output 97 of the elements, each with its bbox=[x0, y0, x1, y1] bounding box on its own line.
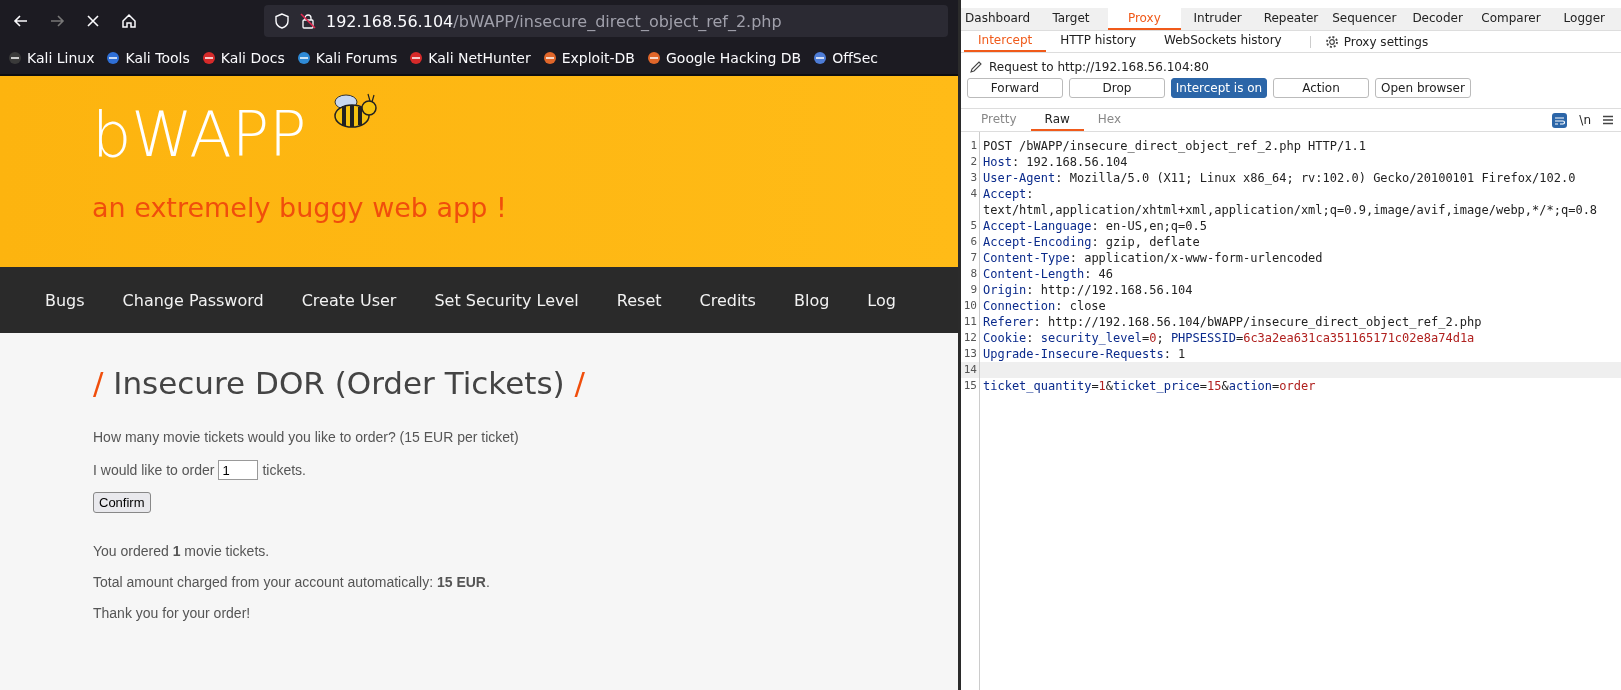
code-line: Upgrade-Insecure-Requests: 1 bbox=[982, 346, 1187, 362]
intercept-action-button[interactable]: Drop bbox=[1069, 78, 1165, 98]
bookmark-item[interactable]: Kali Forums bbox=[296, 50, 398, 66]
intercept-action-button[interactable]: Action bbox=[1273, 78, 1369, 98]
bookmark-item[interactable]: Kali Linux bbox=[8, 50, 95, 66]
sub-tab[interactable]: Intercept bbox=[964, 31, 1047, 52]
tool-tab[interactable]: Dashboard bbox=[961, 8, 1035, 30]
intercept-action-button[interactable]: Open browser bbox=[1375, 78, 1471, 98]
sub-tab[interactable]: HTTP history bbox=[1046, 31, 1150, 52]
order-label: I would like to order bbox=[93, 462, 215, 478]
tool-tab[interactable]: Logger bbox=[1547, 8, 1621, 30]
tagline: an extremely buggy web app ! bbox=[92, 192, 508, 223]
bookmark-item[interactable]: OffSec bbox=[813, 50, 879, 66]
page-heading: / Insecure DOR (Order Tickets) / bbox=[93, 365, 586, 401]
bookmark-icon bbox=[813, 51, 828, 65]
quantity-field[interactable]: 1 bbox=[218, 460, 259, 480]
tool-tab[interactable]: Proxy bbox=[1107, 8, 1181, 30]
tool-tab[interactable]: Target bbox=[1034, 8, 1108, 30]
bookmark-icon bbox=[296, 51, 311, 65]
code-line: Connection: close bbox=[982, 298, 1107, 314]
result-text: Total amount charged from your account automatically: 15 EUR. bbox=[93, 574, 491, 590]
line-number: 7 bbox=[969, 250, 978, 266]
pencil-icon bbox=[969, 60, 983, 74]
view-tab[interactable]: Raw bbox=[1030, 109, 1084, 131]
code-line: Referer: http://192.168.56.104/bWAPP/insecure_direct_object_ref_2.php bbox=[982, 314, 1483, 330]
url-text: 192.168.56.104/bWAPP/insecure_direct_object_ref_2.php bbox=[326, 11, 782, 31]
order-unit: tickets. bbox=[262, 462, 306, 478]
bookmark-item[interactable]: Exploit-DB bbox=[542, 50, 635, 66]
nav-link[interactable]: Bugs bbox=[45, 290, 85, 310]
nav-link[interactable]: Log bbox=[867, 290, 896, 310]
line-number: 5 bbox=[969, 218, 978, 234]
line-number: 4 bbox=[969, 186, 978, 202]
line-number: 3 bbox=[969, 170, 978, 186]
code-line: text/html,application/xhtml+xml,application/xml;q=0.9,image/avif,image/webp,*/*;q=0.8 bbox=[982, 202, 1599, 218]
code-line: Content-Type: application/x-www-form-urlencoded bbox=[982, 250, 1324, 266]
bookmark-icon bbox=[409, 51, 424, 65]
line-number: 11 bbox=[962, 314, 978, 330]
tool-tab[interactable]: Repeater bbox=[1254, 8, 1328, 30]
result-text: Thank you for your order! bbox=[93, 605, 252, 621]
tool-tab[interactable]: Sequencer bbox=[1327, 8, 1401, 30]
code-line: Content-Length: 46 bbox=[982, 266, 1115, 282]
question-text: How many movie tickets would you like to order? (15 EUR per ticket) bbox=[93, 429, 520, 445]
intercept-action-button[interactable]: Forward bbox=[967, 78, 1063, 98]
confirm-button[interactable]: Confirm bbox=[93, 492, 151, 513]
code-line: POST /bWAPP/insecure_direct_object_ref_2.php HTTP/1.1 bbox=[982, 138, 1367, 154]
tool-tab[interactable]: Decoder bbox=[1400, 8, 1475, 30]
line-number: 15 bbox=[962, 378, 978, 394]
insecure-lock-icon bbox=[300, 13, 316, 29]
bookmark-icon bbox=[8, 51, 22, 65]
address-bar[interactable]: 192.168.56.104/bWAPP/insecure_direct_object_ref_2.php bbox=[264, 5, 948, 37]
home-icon[interactable] bbox=[120, 12, 138, 30]
bookmark-item[interactable]: Kali Tools bbox=[106, 50, 190, 66]
sub-tab[interactable]: WebSockets history bbox=[1150, 31, 1296, 52]
intercept-action-button[interactable]: Intercept is on bbox=[1171, 78, 1267, 98]
view-tab[interactable]: Pretty bbox=[967, 109, 1031, 131]
code-line: Accept: bbox=[982, 186, 1035, 202]
bookmark-icon bbox=[106, 51, 121, 65]
line-number: 1 bbox=[969, 138, 978, 154]
nav-link[interactable]: Change Password bbox=[122, 290, 264, 310]
code-line: Accept-Encoding: gzip, deflate bbox=[982, 234, 1201, 250]
bookmark-item[interactable]: Google Hacking DB bbox=[647, 50, 802, 66]
code-line: Cookie: security_level=0; PHPSESSID=6c3a2ea631ca351165171c02e8a74d1a bbox=[982, 330, 1476, 346]
site-logo: bWAPP bbox=[92, 104, 307, 166]
line-number: 14 bbox=[961, 362, 979, 378]
code-line: Host: 192.168.56.104 bbox=[982, 154, 1129, 170]
nav-link[interactable]: Blog bbox=[793, 290, 830, 310]
view-tab[interactable]: Hex bbox=[1083, 109, 1136, 131]
code-line: Origin: http://192.168.56.104 bbox=[982, 282, 1194, 298]
nav-link[interactable]: Set Security Level bbox=[434, 290, 579, 310]
nav-link[interactable]: Create User bbox=[301, 290, 397, 310]
bookmark-item[interactable]: Kali NetHunter bbox=[409, 50, 531, 66]
line-number: 8 bbox=[969, 266, 978, 282]
result-text: You ordered 1 movie tickets. bbox=[93, 543, 271, 559]
settings-icon[interactable] bbox=[1324, 34, 1339, 49]
line-number: 2 bbox=[969, 154, 978, 170]
tool-tab[interactable]: Comparer bbox=[1474, 8, 1548, 30]
shield-icon bbox=[274, 13, 290, 29]
proxy-settings-link[interactable]: Proxy settings bbox=[1343, 34, 1429, 49]
bookmark-icon bbox=[647, 51, 661, 65]
wrap-toggle-icon[interactable] bbox=[1552, 112, 1568, 128]
line-number: 9 bbox=[969, 282, 978, 298]
menu-icon[interactable] bbox=[1603, 115, 1613, 125]
nav-link[interactable]: Credits bbox=[699, 290, 756, 310]
code-line: User-Agent: Mozilla/5.0 (X11; Linux x86_64; rv:102.0) Gecko/20100101 Firefox/102.0 bbox=[982, 170, 1577, 186]
line-number: 13 bbox=[962, 346, 978, 362]
line-number: 12 bbox=[962, 330, 978, 346]
bookmark-icon bbox=[201, 51, 216, 65]
code-line: Accept-Language: en-US,en;q=0.5 bbox=[982, 218, 1208, 234]
line-number: 6 bbox=[969, 234, 978, 250]
tool-tab[interactable]: Intruder bbox=[1181, 8, 1255, 30]
nav-link[interactable]: Reset bbox=[616, 290, 662, 310]
bookmark-item[interactable]: Kali Docs bbox=[201, 50, 285, 66]
request-target: Request to http://192.168.56.104:80 bbox=[989, 60, 1209, 74]
code-line: ticket_quantity=1&ticket_price=15&action=order bbox=[982, 378, 1317, 394]
line-number: 10 bbox=[962, 298, 978, 314]
bookmark-icon bbox=[542, 51, 557, 65]
newline-toggle[interactable]: \n bbox=[1579, 113, 1591, 127]
